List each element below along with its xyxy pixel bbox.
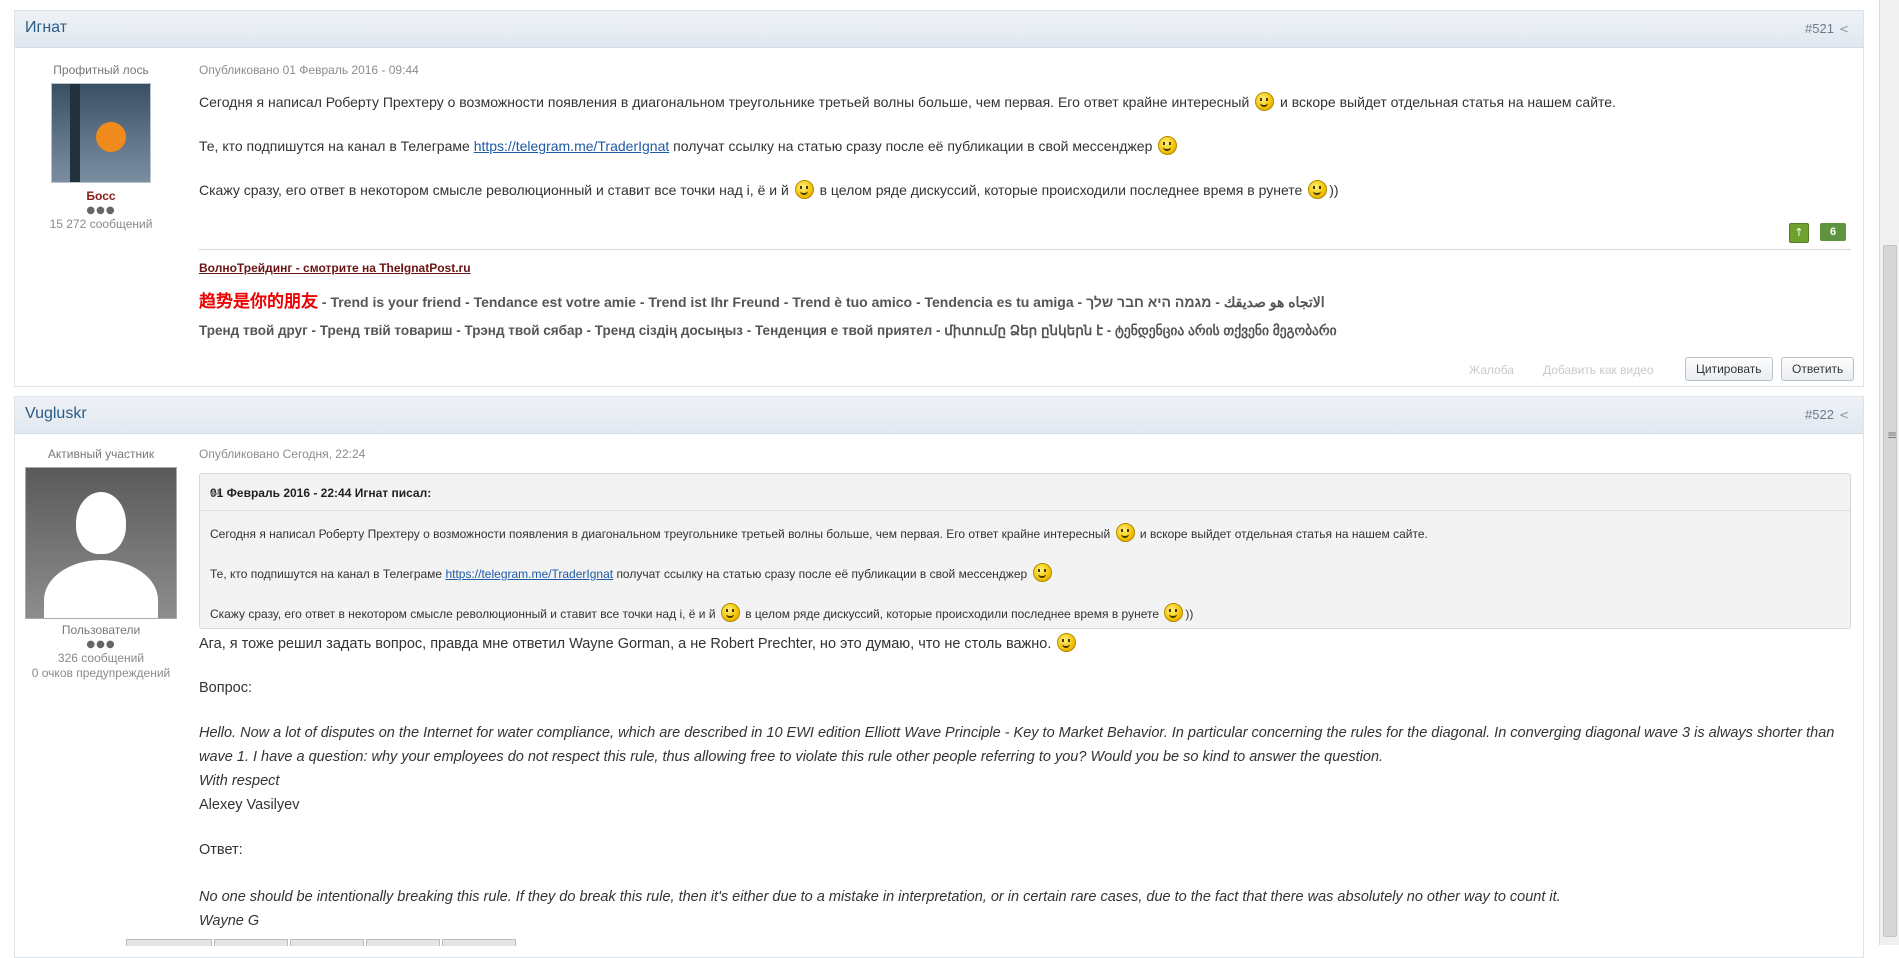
post-author-link[interactable]: Игнат bbox=[25, 19, 67, 37]
text: в целом ряде дискуссий, которые происход… bbox=[819, 182, 1303, 198]
smile-icon bbox=[794, 180, 814, 199]
resize-grip-icon[interactable]: ≡ bbox=[1887, 428, 1897, 442]
avatar[interactable] bbox=[25, 467, 177, 619]
reputation-badge: 6 bbox=[1820, 223, 1846, 241]
text: получат ссылку на статью сразу после её … bbox=[673, 138, 1153, 154]
post-paragraph: Сегодня я написал Роберту Прехтеру о воз… bbox=[199, 91, 1851, 113]
smile-icon bbox=[1158, 136, 1178, 155]
text: Сегодня я написал Роберту Прехтеру о воз… bbox=[199, 94, 1250, 110]
smile-icon bbox=[1255, 92, 1275, 111]
user-rank: Босс bbox=[86, 189, 116, 203]
post-paragraph: Ага, я тоже решил задать вопрос, правда … bbox=[199, 633, 1851, 655]
text: Те, кто подпишутся на канал в Телеграме bbox=[210, 567, 443, 581]
smile-icon bbox=[1057, 633, 1077, 652]
post-number-text[interactable]: #521 bbox=[1805, 21, 1834, 36]
smile-icon bbox=[1032, 563, 1052, 582]
question-text: Hello. Now a lot of disputes on the Inte… bbox=[199, 725, 1835, 765]
signature-line-2: Тренд твой друг - Тренд твій товариш - Т… bbox=[199, 323, 1337, 338]
rank-pips: ●●● bbox=[86, 639, 116, 650]
forum-page: Игнат #521 < Профитный лось Босс ●●● 15 2… bbox=[0, 0, 1880, 958]
quote-header: 01 Февраль 2016 - 22:44 Игнат писал: ↵ bbox=[200, 474, 1850, 511]
smile-icon bbox=[1164, 603, 1184, 622]
post-date: Опубликовано 01 Февраль 2016 - 09:44 bbox=[199, 63, 419, 77]
text: Ага, я тоже решил задать вопрос, правда … bbox=[199, 636, 1052, 652]
text: )) bbox=[1329, 182, 1339, 198]
user-title: Активный участник bbox=[47, 447, 155, 461]
text: - Trend is your friend - Tendance est vo… bbox=[318, 294, 1325, 310]
rank-pips: ●●● bbox=[86, 205, 116, 216]
answer-label: Ответ: bbox=[199, 842, 243, 858]
vertical-scrollbar[interactable]: ≡ bbox=[1879, 0, 1899, 945]
scrollbar-thumb[interactable] bbox=[1883, 245, 1897, 937]
reply-button[interactable]: Ответить bbox=[1781, 357, 1855, 381]
message-count: 326 сообщений bbox=[57, 651, 145, 665]
post-number[interactable]: #521 < bbox=[1805, 21, 1849, 36]
post-number-text[interactable]: #522 bbox=[1805, 407, 1834, 422]
text: получат ссылку на статью сразу после её … bbox=[616, 567, 1028, 581]
user-group: Пользователи bbox=[61, 623, 141, 637]
vote-up-button[interactable]: ↑ bbox=[1789, 223, 1809, 243]
share-icon[interactable]: < bbox=[1839, 408, 1849, 422]
with-respect: With respect bbox=[199, 773, 280, 789]
post-date: Опубликовано Сегодня, 22:24 bbox=[199, 447, 366, 461]
taskbar-strip bbox=[0, 939, 1880, 946]
post-content: Ага, я тоже решил задать вопрос, правда … bbox=[199, 633, 1851, 933]
text: в целом ряде дискуссий, которые происход… bbox=[745, 607, 1160, 621]
add-as-video-link[interactable]: Добавить как видео bbox=[1543, 363, 1654, 377]
report-link[interactable]: Жалоба bbox=[1469, 363, 1514, 377]
signature-divider bbox=[199, 249, 1851, 250]
post-header: Vugluskr #522 < bbox=[15, 397, 1863, 434]
post-date-wrap: Опубликовано Сегодня, 22:24 bbox=[199, 447, 1851, 461]
signature-chinese: 趋势是你的朋友 bbox=[199, 292, 318, 311]
quote-jump-icon[interactable]: ↵ bbox=[210, 486, 1834, 502]
text: Те, кто подпишутся на канал в Телеграме bbox=[199, 138, 470, 154]
text: и вскоре выйдет отдельная статья на наше… bbox=[1139, 527, 1428, 541]
author-sidebar: Профитный лось Босс ●●● 15 272 сообщений bbox=[15, 63, 187, 231]
smile-icon bbox=[1115, 523, 1135, 542]
telegram-link[interactable]: https://telegram.me/TraderIgnat bbox=[474, 138, 670, 154]
text: Сегодня я написал Роберту Прехтеру о воз… bbox=[210, 527, 1111, 541]
post-author-link[interactable]: Vugluskr bbox=[25, 405, 87, 423]
post-content: Опубликовано 01 Февраль 2016 - 09:44 Сег… bbox=[199, 63, 1851, 201]
post-522: Vugluskr #522 < Активный участник Пользов… bbox=[14, 396, 1864, 958]
post-number[interactable]: #522 < bbox=[1805, 407, 1849, 422]
answer-text: No one should be intentionally breaking … bbox=[199, 889, 1561, 905]
avatar[interactable] bbox=[51, 83, 151, 183]
quote-button[interactable]: Цитировать bbox=[1685, 357, 1773, 381]
answer-signature: Wayne G bbox=[199, 913, 260, 929]
share-icon[interactable]: < bbox=[1839, 22, 1849, 36]
message-count: 15 272 сообщений bbox=[49, 217, 153, 231]
user-title: Профитный лось bbox=[53, 63, 149, 77]
text: )) bbox=[1185, 607, 1194, 621]
smile-icon bbox=[720, 603, 740, 622]
telegram-link[interactable]: https://telegram.me/TraderIgnat bbox=[445, 567, 613, 581]
quote-paragraph: Сегодня я написал Роберту Прехтеру о воз… bbox=[210, 523, 1840, 545]
post-paragraph: Те, кто подпишутся на канал в Телеграме … bbox=[199, 135, 1851, 157]
text: Скажу сразу, его ответ в некотором смысл… bbox=[199, 182, 789, 198]
author-sidebar: Активный участник Пользователи ●●● 326 с… bbox=[15, 447, 187, 680]
post-paragraph: Скажу сразу, его ответ в некотором смысл… bbox=[199, 179, 1851, 201]
question-signature: Alexey Vasilyev bbox=[199, 797, 300, 813]
signature-link[interactable]: ВолноТрейдинг - смотрите на TheIgnatPost… bbox=[199, 261, 471, 275]
post-header: Игнат #521 < bbox=[15, 11, 1863, 48]
text: и вскоре выйдет отдельная статья на наше… bbox=[1280, 94, 1616, 110]
question-label: Вопрос: bbox=[199, 680, 252, 696]
post-521: Игнат #521 < Профитный лось Босс ●●● 15 2… bbox=[14, 10, 1864, 387]
quote-paragraph: Те, кто подпишутся на канал в Телеграме … bbox=[210, 563, 1840, 585]
smile-icon bbox=[1308, 180, 1328, 199]
quote-paragraph: Скажу сразу, его ответ в некотором смысл… bbox=[210, 603, 1840, 625]
signature-line-1: 趋势是你的朋友 - Trend is your friend - Tendanc… bbox=[199, 287, 1325, 312]
quote-block: 01 Февраль 2016 - 22:44 Игнат писал: ↵ С… bbox=[199, 473, 1851, 629]
quote-body: Сегодня я написал Роберту Прехтеру о воз… bbox=[200, 511, 1850, 625]
text: Скажу сразу, его ответ в некотором смысл… bbox=[210, 607, 716, 621]
warning-points: 0 очков предупреждений bbox=[31, 666, 171, 680]
